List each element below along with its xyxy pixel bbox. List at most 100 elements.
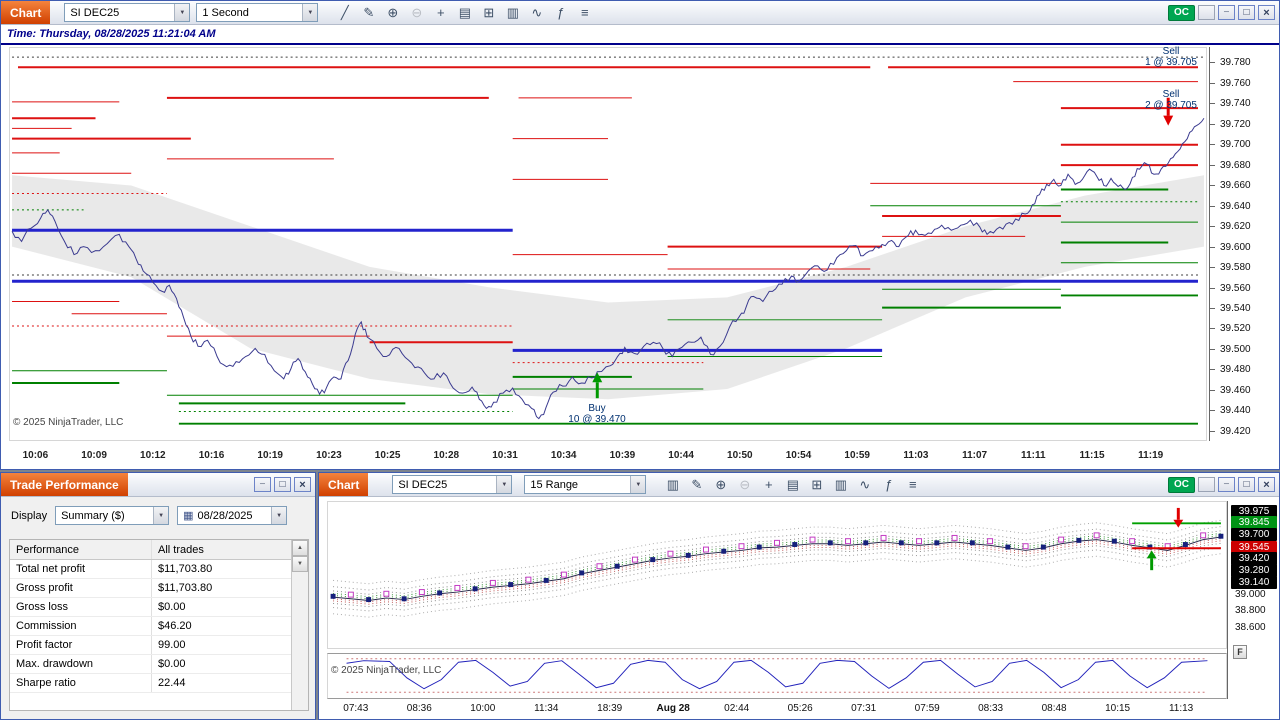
table-row[interactable]: Sharpe ratio 22.44 [10, 674, 291, 693]
table-row[interactable]: Profit factor 99.00 [10, 636, 291, 655]
indicator-icon[interactable]: ƒ [880, 476, 897, 493]
pencil-icon[interactable]: ✎ [688, 476, 705, 493]
chart-toolbar: ╱ ✎ ⊕ ⊖ + ▤ ⊞ ▥ ∿ ƒ ≡ [336, 4, 593, 21]
minimize-button[interactable] [254, 477, 271, 492]
y-axis-label: 39.000 [1235, 588, 1266, 600]
copy-icon[interactable]: ▤ [784, 476, 801, 493]
oc-button[interactable]: OC [1168, 4, 1195, 21]
y-axis-label: 39.660 [1220, 180, 1251, 192]
secondary-chart-area[interactable]: 39.975 39.845 39.700 39.545 39.420 39.280 39.1… [319, 497, 1279, 719]
interval-select[interactable]: 15 Range [524, 475, 647, 494]
y-axis-label: 39.680 [1220, 159, 1251, 171]
close-button[interactable] [294, 477, 311, 492]
zoom-out-icon[interactable]: ⊖ [736, 476, 753, 493]
crosshair-icon[interactable]: + [760, 476, 777, 493]
chart-toolbar: ▥ ✎ ⊕ ⊖ + ▤ ⊞ ▥ ∿ ƒ ≡ [664, 476, 921, 493]
y-axis-label: 39.780 [1220, 57, 1251, 69]
maximize-button[interactable] [274, 477, 291, 492]
x-axis-label: Aug 28 [656, 703, 690, 714]
price-marker: 39.280 [1231, 563, 1277, 577]
x-axis-label: 10:39 [609, 450, 636, 461]
price-marker: 39.140 [1231, 575, 1277, 589]
bar-type-icon[interactable]: ▥ [504, 4, 521, 21]
table-row[interactable]: Total net profit $11,703.80 [10, 560, 291, 579]
order-grid-icon[interactable]: ⊞ [808, 476, 825, 493]
secondary-chart-canvas[interactable] [327, 501, 1227, 649]
maximize-button[interactable] [1238, 5, 1255, 20]
properties-icon[interactable]: ≡ [904, 476, 921, 493]
zoom-in-icon[interactable]: ⊕ [384, 4, 401, 21]
table-row[interactable]: Gross loss $0.00 [10, 598, 291, 617]
x-axis-label: 10:54 [785, 450, 812, 461]
maximize-button[interactable] [1238, 477, 1255, 492]
scroll-up-button[interactable] [292, 540, 308, 556]
copyright-text: © 2025 NinjaTrader, LLC [331, 665, 442, 676]
table-header[interactable]: All trades [152, 544, 291, 556]
window-menu-button[interactable] [1198, 477, 1215, 492]
table-row[interactable]: Gross profit $11,703.80 [10, 579, 291, 598]
focus-button[interactable]: F [1233, 645, 1247, 659]
interval-select[interactable]: 1 Second [196, 3, 319, 22]
minimize-button[interactable] [1218, 477, 1235, 492]
table-row[interactable]: Max. drawdown $0.00 [10, 655, 291, 674]
table-header[interactable]: Performance [10, 540, 152, 559]
chart-window-titlebar[interactable]: Chart SI DEC25 1 Second ╱ ✎ ⊕ ⊖ + ▤ ⊞ ▥ ∿ ƒ ≡ OC [1, 1, 1279, 25]
oc-button[interactable]: OC [1168, 476, 1195, 493]
close-button[interactable] [1258, 477, 1275, 492]
trendline-icon[interactable]: ╱ [336, 4, 353, 21]
price-axis[interactable]: 39.780 39.760 39.740 39.720 39.700 39.680 39.6… [1209, 47, 1279, 441]
interval-value: 1 Second [202, 6, 249, 19]
pencil-icon[interactable]: ✎ [360, 4, 377, 21]
instrument-value: SI DEC25 [70, 6, 120, 19]
price-marker: 39.845 [1231, 516, 1277, 530]
y-axis-label: 39.720 [1220, 118, 1251, 130]
close-button[interactable] [1258, 5, 1275, 20]
bar-type-icon[interactable]: ▥ [832, 476, 849, 493]
scroll-down-button[interactable] [292, 556, 308, 572]
zigzag-icon[interactable]: ∿ [528, 4, 545, 21]
date-picker[interactable]: 08/28/2025 [177, 506, 288, 525]
y-axis-label: 39.620 [1220, 221, 1251, 233]
indicator-icon[interactable]: ƒ [552, 4, 569, 21]
y-axis-label: 39.420 [1220, 425, 1251, 437]
x-axis-label: 05:26 [787, 703, 813, 714]
table-row[interactable]: Commission $46.20 [10, 617, 291, 636]
main-chart-canvas[interactable] [9, 47, 1207, 441]
display-select[interactable]: Summary ($) [55, 506, 170, 525]
main-chart-area[interactable]: 39.780 39.760 39.740 39.720 39.700 39.680 39.6… [1, 45, 1279, 469]
minimize-button[interactable] [1218, 5, 1235, 20]
copy-icon[interactable]: ▤ [456, 4, 473, 21]
y-axis-label: 39.500 [1220, 343, 1251, 355]
properties-icon[interactable]: ≡ [576, 4, 593, 21]
chevron-down-icon [153, 507, 169, 524]
zigzag-icon[interactable]: ∿ [856, 476, 873, 493]
chevron-down-icon [496, 476, 512, 493]
time-axis[interactable]: 07:43 08:36 10:00 11:34 18:39 Aug 28 02:44 05:2… [327, 701, 1227, 717]
window-title: Trade Performance [1, 473, 128, 496]
table-scrollbar[interactable] [291, 540, 308, 710]
x-axis-label: 08:33 [978, 703, 1004, 714]
price-marker: 39.700 [1231, 528, 1277, 542]
sell-annotation-1: Sell 1 @ 39.705 [1145, 46, 1197, 68]
oscillator-canvas[interactable] [327, 653, 1227, 699]
y-axis-label: 39.580 [1220, 262, 1251, 273]
zoom-out-icon[interactable]: ⊖ [408, 4, 425, 21]
instrument-select[interactable]: SI DEC25 [392, 475, 513, 494]
y-axis-label: 39.640 [1220, 200, 1251, 212]
instrument-select[interactable]: SI DEC25 [64, 3, 191, 22]
chevron-down-icon [271, 507, 287, 524]
price-axis[interactable]: 39.975 39.845 39.700 39.545 39.420 39.280 39.1… [1227, 501, 1279, 699]
x-axis-label: 02:44 [724, 703, 750, 714]
trade-performance-titlebar[interactable]: Trade Performance [1, 473, 315, 497]
order-grid-icon[interactable]: ⊞ [480, 4, 497, 21]
chart-bars-icon[interactable]: ▥ [664, 476, 681, 493]
zoom-in-icon[interactable]: ⊕ [712, 476, 729, 493]
time-axis[interactable]: 10:06 10:09 10:12 10:16 10:19 10:23 10:25 10:28… [9, 445, 1207, 465]
x-axis-label: 11:07 [962, 450, 988, 461]
window-title: Chart [319, 473, 369, 496]
window-menu-button[interactable] [1198, 5, 1215, 20]
chart-window-titlebar[interactable]: Chart SI DEC25 15 Range ▥ ✎ ⊕ ⊖ + ▤ ⊞ ▥ ∿ ƒ ≡ OC [319, 473, 1279, 497]
x-axis-label: 10:25 [374, 450, 401, 461]
crosshair-icon[interactable]: + [432, 4, 449, 21]
y-axis-label: 39.740 [1220, 98, 1251, 110]
